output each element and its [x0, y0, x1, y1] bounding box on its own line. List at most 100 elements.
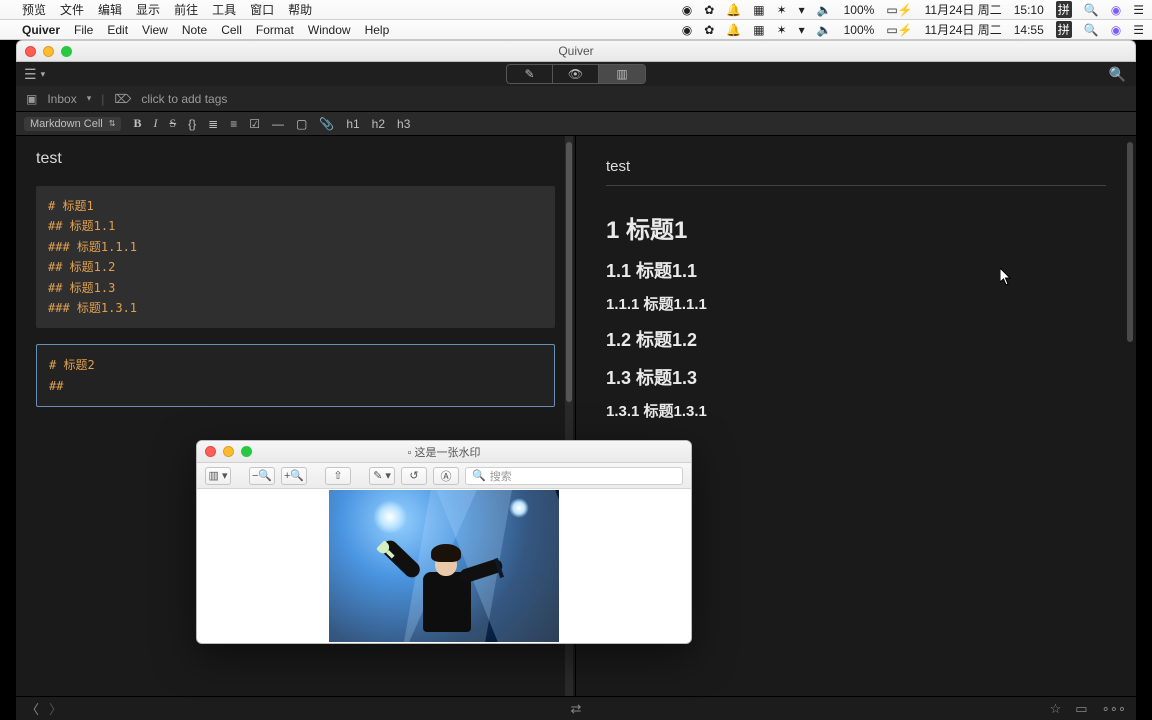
control-center-icon[interactable]: ☰	[1133, 3, 1144, 17]
menu-item[interactable]: 预览	[22, 1, 46, 18]
display-icon[interactable]: ▦	[753, 23, 764, 37]
ul-button[interactable]: ≣	[208, 117, 218, 131]
close-button[interactable]	[205, 446, 216, 457]
preview-title: test	[606, 158, 1106, 186]
more-icon[interactable]: ∘∘∘	[1102, 701, 1126, 717]
wechat-icon[interactable]: ✿	[704, 23, 714, 37]
h1-button[interactable]: h1	[346, 117, 359, 131]
image-content[interactable]	[329, 490, 559, 642]
window-title: Quiver	[16, 44, 1136, 58]
wifi-icon[interactable]: ▾	[799, 23, 805, 37]
bluetooth-icon[interactable]: ✶	[777, 3, 787, 17]
zoom-button[interactable]	[241, 446, 252, 457]
sync-icon[interactable]: ⇄	[571, 701, 582, 717]
minimize-button[interactable]	[43, 46, 54, 57]
bold-button[interactable]: B	[133, 116, 141, 131]
spotlight-icon[interactable]: 🔍	[1084, 3, 1099, 17]
menu-item[interactable]: View	[142, 23, 168, 37]
menu-item[interactable]: Edit	[107, 23, 128, 37]
strike-button[interactable]: S	[169, 116, 176, 131]
window-titlebar[interactable]: Quiver	[16, 40, 1136, 62]
menu-item[interactable]: 工具	[212, 1, 236, 18]
hr-button[interactable]: —	[272, 117, 284, 131]
sidebar-view-button[interactable]: ▥ ▾	[205, 467, 231, 485]
zoom-in-button[interactable]: +🔍	[281, 467, 307, 485]
share-button[interactable]: ⇧	[325, 467, 351, 485]
present-icon[interactable]: ▭	[1075, 701, 1087, 717]
volume-icon[interactable]: 🔈	[817, 3, 832, 17]
record-icon[interactable]: ◉	[682, 23, 692, 37]
note-title[interactable]: test	[36, 150, 555, 168]
menu-item[interactable]: 显示	[136, 1, 160, 18]
sidebar-toggle[interactable]: ☰ ▾	[24, 66, 45, 83]
minimize-button[interactable]	[223, 446, 234, 457]
tags-placeholder[interactable]: click to add tags	[141, 92, 227, 106]
wechat-icon[interactable]: ✿	[704, 3, 714, 17]
date-text: 11月24日 周二	[925, 21, 1002, 38]
search-icon[interactable]: 🔍	[1109, 66, 1126, 83]
menu-item[interactable]: 帮助	[288, 1, 312, 18]
siri-icon[interactable]: ◉	[1111, 23, 1121, 37]
attach-button[interactable]: 📎	[319, 117, 334, 131]
menu-item[interactable]: Format	[256, 23, 294, 37]
macos-menubar-top: 预览 文件 编辑 显示 前往 工具 窗口 帮助 ◉ ✿ 🔔 ▦ ✶ ▾ 🔈 10…	[0, 0, 1152, 20]
zoom-button[interactable]	[61, 46, 72, 57]
bluetooth-icon[interactable]: ✶	[777, 23, 787, 37]
edit-mode-button[interactable]: ✎	[507, 65, 553, 83]
battery-icon[interactable]: ▭⚡	[886, 3, 912, 17]
inbox-label[interactable]: Inbox	[47, 92, 76, 106]
menu-item[interactable]: 文件	[60, 1, 84, 18]
preview-mode-button[interactable]: 👁	[553, 65, 599, 83]
file-icon: ▫	[408, 447, 412, 459]
menu-item[interactable]: Note	[182, 23, 207, 37]
control-center-icon[interactable]: ☰	[1133, 23, 1144, 37]
menu-item[interactable]: 编辑	[98, 1, 122, 18]
image-button[interactable]: ▢	[296, 117, 307, 131]
record-icon[interactable]: ◉	[682, 3, 692, 17]
menu-item[interactable]: File	[74, 23, 93, 37]
display-icon[interactable]: ▦	[753, 3, 764, 17]
check-button[interactable]: ☑	[249, 117, 260, 131]
app-name[interactable]: Quiver	[22, 23, 60, 37]
float-titlebar[interactable]: ▫ 这是一张水印	[197, 441, 691, 463]
markdown-cell-2[interactable]: # 标题2 ##	[36, 344, 555, 407]
time-text: 15:10	[1014, 3, 1044, 17]
menu-item[interactable]: 前往	[174, 1, 198, 18]
menu-item[interactable]: Help	[365, 23, 390, 37]
nav-back[interactable]: 〈	[26, 699, 39, 718]
spotlight-icon[interactable]: 🔍	[1084, 23, 1099, 37]
h3-button[interactable]: h3	[397, 117, 410, 131]
bell-icon[interactable]: 🔔	[726, 3, 741, 17]
ime-icon[interactable]: 拼	[1056, 21, 1072, 38]
rotate-button[interactable]: ↺	[401, 467, 427, 485]
notebook-icon[interactable]: ▣	[26, 92, 37, 106]
float-search-input[interactable]: 🔍 搜索	[465, 467, 683, 485]
star-icon[interactable]: ☆	[1050, 701, 1062, 717]
volume-icon[interactable]: 🔈	[817, 23, 832, 37]
preview-scrollbar[interactable]	[1126, 136, 1134, 696]
siri-icon[interactable]: ◉	[1111, 3, 1121, 17]
ol-button[interactable]: ≡	[230, 117, 237, 131]
ime-icon[interactable]: 拼	[1056, 1, 1072, 18]
wifi-icon[interactable]: ▾	[799, 3, 805, 17]
bell-icon[interactable]: 🔔	[726, 23, 741, 37]
italic-button[interactable]: I	[153, 116, 157, 131]
code-button[interactable]: {}	[188, 117, 196, 131]
close-button[interactable]	[25, 46, 36, 57]
h2-button[interactable]: h2	[372, 117, 385, 131]
nav-forward[interactable]: 〉	[49, 699, 62, 718]
zoom-out-button[interactable]: −🔍	[249, 467, 275, 485]
markdown-cell-1[interactable]: # 标题1 ## 标题1.1 ### 标题1.1.1 ## 标题1.2 ## 标…	[36, 186, 555, 328]
edit-button[interactable]: Ⓐ	[433, 467, 459, 485]
float-body	[197, 489, 691, 643]
cell-type-select[interactable]: Markdown Cell⇅	[24, 117, 121, 131]
menu-item[interactable]: 窗口	[250, 1, 274, 18]
split-mode-button[interactable]: ▥	[599, 65, 645, 83]
menu-item[interactable]: Cell	[221, 23, 242, 37]
markup-button[interactable]: ✎ ▾	[369, 467, 395, 485]
preview-heading: 1.2 标题1.2	[606, 326, 1106, 352]
battery-icon[interactable]: ▭⚡	[886, 23, 912, 37]
menu-item[interactable]: Window	[308, 23, 351, 37]
preview-app-window[interactable]: ▫ 这是一张水印 ▥ ▾ −🔍 +🔍 ⇧ ✎ ▾ ↺ Ⓐ 🔍 搜索	[196, 440, 692, 644]
main-toolbar: ☰ ▾ ✎ 👁 ▥ 🔍	[16, 62, 1136, 86]
